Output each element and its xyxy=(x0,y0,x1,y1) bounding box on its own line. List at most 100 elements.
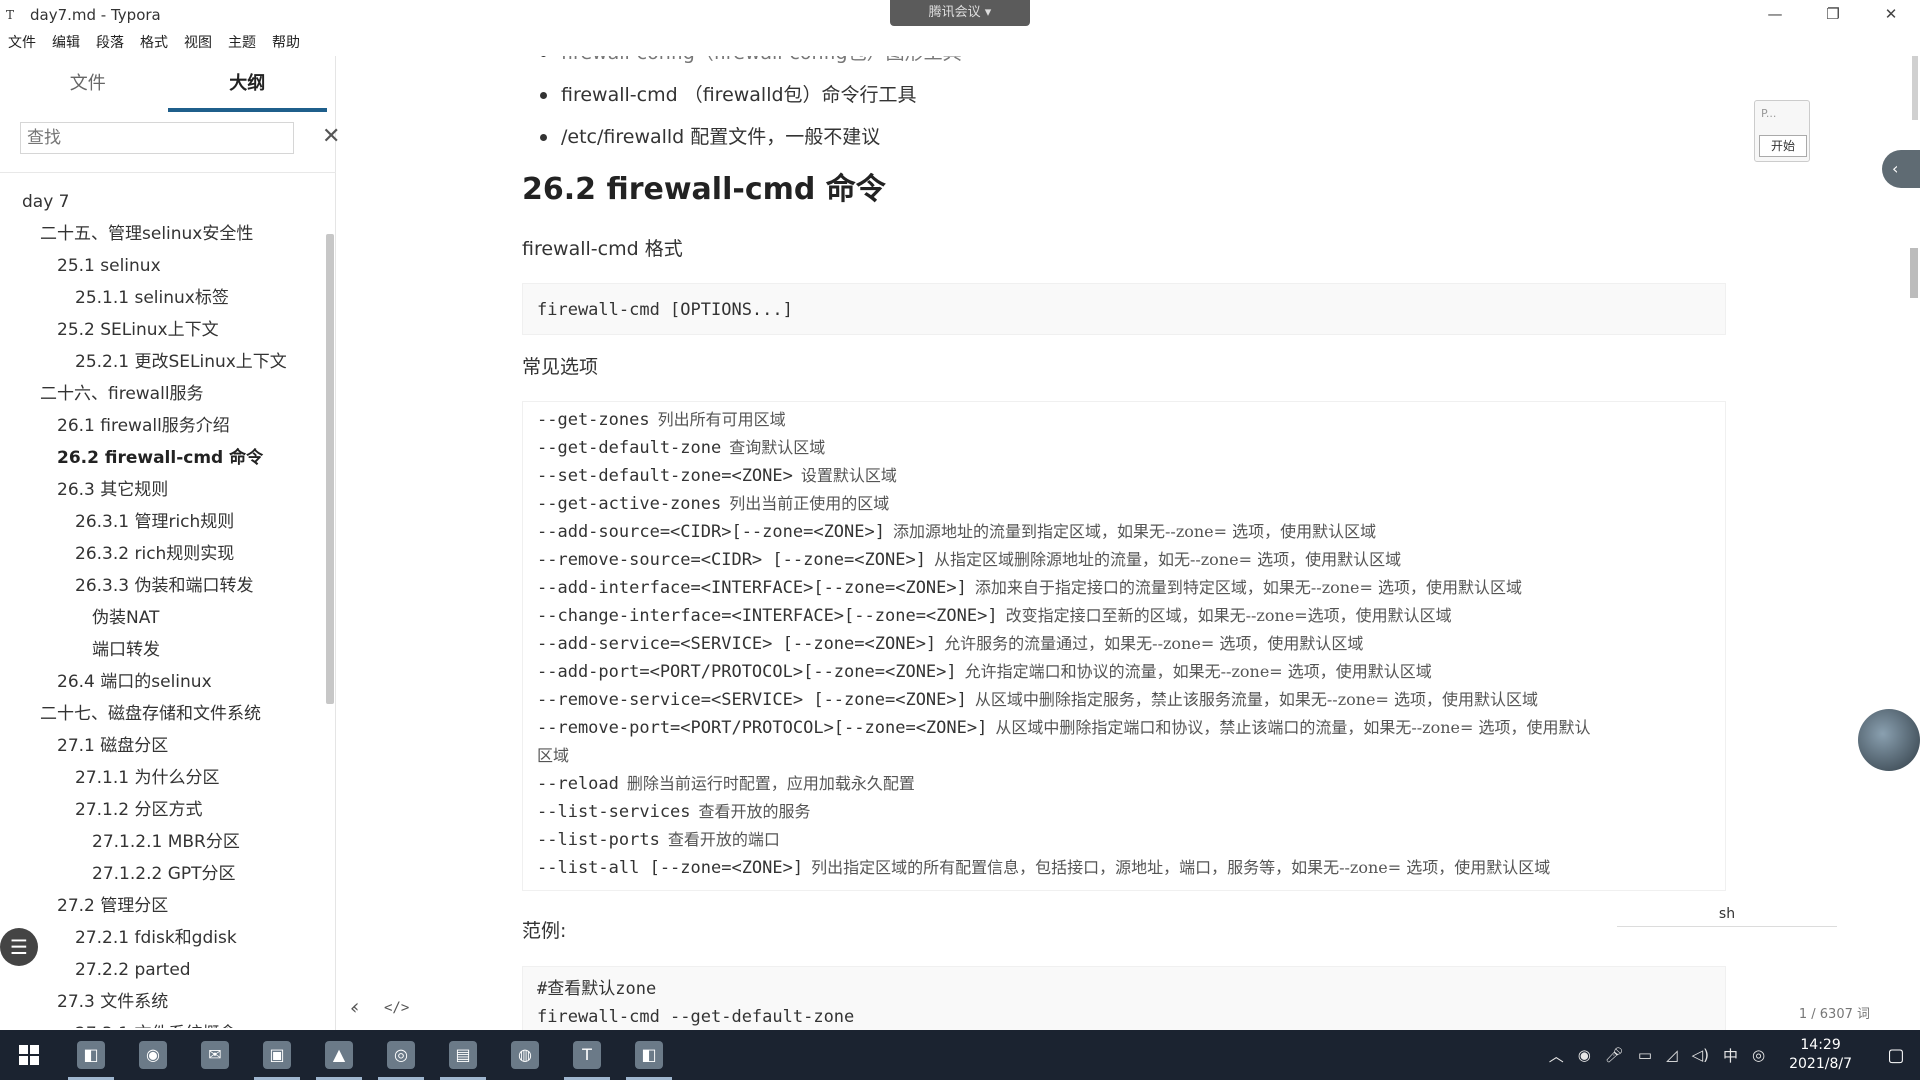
outline-item[interactable]: 27.1.2.2 GPT分区 xyxy=(0,858,326,890)
code-line: --remove-port=<PORT/PROTOCOL>[--zone=<ZO… xyxy=(537,714,1725,742)
start-button[interactable]: 开始 xyxy=(1759,135,1807,157)
app-2-button[interactable]: ◉ xyxy=(124,1030,182,1080)
ime-indicator[interactable]: 中 xyxy=(1723,1045,1738,1066)
meeting-tab[interactable]: 腾讯会议 ▾ xyxy=(890,0,1030,26)
clock-time: 14:29 xyxy=(1800,1037,1841,1053)
notification-icon[interactable]: ▢ xyxy=(1872,1045,1920,1066)
code-block-options[interactable]: --get-zones 列出所有可用区域 --get-default-zone 查询默… xyxy=(522,401,1726,891)
example-label: 范例: xyxy=(522,920,567,942)
option-flag: --set-default-zone=<ZONE> xyxy=(537,466,793,486)
outline-item[interactable]: 26.3.2 rich规则实现 xyxy=(0,538,326,570)
outline-item[interactable]: 二十六、firewall服务 xyxy=(0,378,326,410)
outline-item[interactable]: 26.1 firewall服务介绍 xyxy=(0,410,326,442)
app-6-button[interactable]: ◎ xyxy=(372,1030,430,1080)
option-flag: --remove-port=<PORT/PROTOCOL>[--zone=<ZO… xyxy=(537,718,988,738)
outline-item[interactable]: 27.1.2 分区方式 xyxy=(0,794,326,826)
tray-status-icon[interactable]: ◎ xyxy=(1752,1046,1765,1064)
search-input[interactable] xyxy=(20,122,294,154)
option-flag: --reload xyxy=(537,774,619,794)
outline-item[interactable]: 二十五、管理selinux安全性 xyxy=(0,218,326,250)
outline-item[interactable]: 25.2.1 更改SELinux上下文 xyxy=(0,346,326,378)
avatar[interactable] xyxy=(1858,709,1920,771)
outline-item[interactable]: day 7 xyxy=(0,186,326,218)
outline-item[interactable]: 27.1 磁盘分区 xyxy=(0,730,326,762)
outline-item[interactable]: 25.1.1 selinux标签 xyxy=(0,282,326,314)
outline-item[interactable]: 伪装NAT xyxy=(0,602,326,634)
sidebar-footer: ‹ xyxy=(0,990,359,1030)
option-flag: --get-zones xyxy=(537,410,650,430)
option-description: 设置默认区域 xyxy=(800,466,897,485)
close-icon[interactable]: ✕ xyxy=(1862,0,1920,28)
code-block-format[interactable]: firewall-cmd [OPTIONS...] xyxy=(522,283,1726,335)
menu-theme[interactable]: 主题 xyxy=(228,32,256,52)
outline-item[interactable]: 27.2 管理分区 xyxy=(0,890,326,922)
option-description: 查看开放的端口 xyxy=(667,830,780,849)
app-8-icon: ◍ xyxy=(511,1041,539,1069)
app-8-button[interactable]: ◍ xyxy=(496,1030,554,1080)
windows-icon xyxy=(19,1045,39,1065)
volume-icon[interactable]: ◁) xyxy=(1692,1046,1709,1064)
option-description: 查询默认区域 xyxy=(729,438,826,457)
list-item-text: /etc/firewalld 配置文件，一般不建议 xyxy=(561,126,881,148)
network-icon[interactable]: ◿ xyxy=(1666,1046,1678,1064)
start-menu-button[interactable] xyxy=(0,1030,58,1080)
menu-format[interactable]: 格式 xyxy=(140,32,168,52)
editor-scrollbar[interactable] xyxy=(1910,248,1918,298)
app-10-button[interactable]: ◧ xyxy=(620,1030,678,1080)
chevron-up-icon[interactable]: ︿ xyxy=(1549,1045,1564,1066)
tab-outline[interactable]: 大纲 xyxy=(167,56,327,112)
option-flag: --remove-source=<CIDR> [--zone=<ZONE>] xyxy=(537,550,926,570)
menu-view[interactable]: 视图 xyxy=(184,32,212,52)
list-item: /etc/firewalld 配置文件，一般不建议 xyxy=(540,122,880,149)
outline-item[interactable]: 26.3.3 伪装和端口转发 xyxy=(0,570,326,602)
option-description: 允许服务的流量通过，如果无--zone= 选项，使用默认区域 xyxy=(944,634,1364,653)
outline-item[interactable]: 26.3 其它规则 xyxy=(0,474,326,506)
option-flag: --list-ports xyxy=(537,830,660,850)
code-language-label[interactable]: sh xyxy=(1617,906,1837,927)
sidebar-tabs: 文件 大纲 xyxy=(8,56,327,112)
outline-item[interactable]: 27.1.2.1 MBR分区 xyxy=(0,826,326,858)
outline-item[interactable]: 27.2.1 fdisk和gdisk xyxy=(0,922,326,954)
app-wechat-button[interactable]: ✉ xyxy=(186,1030,244,1080)
outline-item[interactable]: 26.2 firewall-cmd 命令 xyxy=(0,442,326,474)
code-line: firewall-cmd --get-default-zone xyxy=(537,1007,855,1027)
app-explorer-button[interactable]: ▤ xyxy=(434,1030,492,1080)
tray-app-icon[interactable]: ◉ xyxy=(1578,1046,1591,1064)
outline-item[interactable]: 26.3.1 管理rich规则 xyxy=(0,506,326,538)
sidebar-scrollbar[interactable] xyxy=(326,234,334,704)
outline-item[interactable]: 25.1 selinux xyxy=(0,250,326,282)
word-count[interactable]: 1 / 6307 词 xyxy=(1799,1003,1870,1022)
outline-toggle-icon[interactable]: ☰ xyxy=(0,928,38,966)
code-line: --list-all [--zone=<ZONE>] 列出指定区域的所有配置信息，… xyxy=(537,854,1725,882)
maximize-icon[interactable]: ❐ xyxy=(1804,0,1862,28)
code-block-example[interactable]: #查看默认zone firewall-cmd --get-default-zon… xyxy=(522,966,1726,1030)
option-flag: --change-interface=<INTERFACE>[--zone=<Z… xyxy=(537,606,998,626)
option-description: 改变指定接口至新的区域，如果无--zone=选项，使用默认区域 xyxy=(1005,606,1452,625)
app-4-button[interactable]: ▣ xyxy=(248,1030,306,1080)
app-1-button[interactable]: ◧ xyxy=(62,1030,120,1080)
minimize-icon[interactable]: — xyxy=(1746,0,1804,28)
menu-file[interactable]: 文件 xyxy=(8,32,36,52)
outline-item[interactable]: 27.1.1 为什么分区 xyxy=(0,762,326,794)
option-flag: --list-all [--zone=<ZONE>] xyxy=(537,858,804,878)
menu-help[interactable]: 帮助 xyxy=(272,32,300,52)
tab-files[interactable]: 文件 xyxy=(8,56,168,112)
app-5-button[interactable]: ▲ xyxy=(310,1030,368,1080)
taskbar-apps: ◧ ◉ ✉ ▣ ▲ ◎ ▤ ◍ T ◧ xyxy=(58,1030,678,1080)
menu-edit[interactable]: 编辑 xyxy=(52,32,80,52)
chevron-left-icon[interactable]: ‹ xyxy=(1882,150,1920,188)
app-typora-icon: T xyxy=(573,1041,601,1069)
outline-item[interactable]: 二十七、磁盘存储和文件系统 xyxy=(0,698,326,730)
battery-icon[interactable]: ▭ xyxy=(1638,1046,1652,1064)
clock[interactable]: 14:29 2021/8/7 xyxy=(1789,1036,1852,1074)
code-line: --remove-service=<SERVICE> [--zone=<ZONE… xyxy=(537,686,1725,714)
microphone-icon[interactable]: 🎤︎ xyxy=(1605,1046,1624,1064)
app-typora-button[interactable]: T xyxy=(558,1030,616,1080)
menu-paragraph[interactable]: 段落 xyxy=(96,32,124,52)
outline-item[interactable]: 26.4 端口的selinux xyxy=(0,666,326,698)
outline-item[interactable]: 27.2.2 parted xyxy=(0,954,326,986)
outline-item[interactable]: 端口转发 xyxy=(0,634,326,666)
outline-item[interactable]: 25.2 SELinux上下文 xyxy=(0,314,326,346)
app-4-icon: ▣ xyxy=(263,1041,291,1069)
code-line: --add-source=<CIDR>[--zone=<ZONE>] 添加源地址的… xyxy=(537,518,1725,546)
